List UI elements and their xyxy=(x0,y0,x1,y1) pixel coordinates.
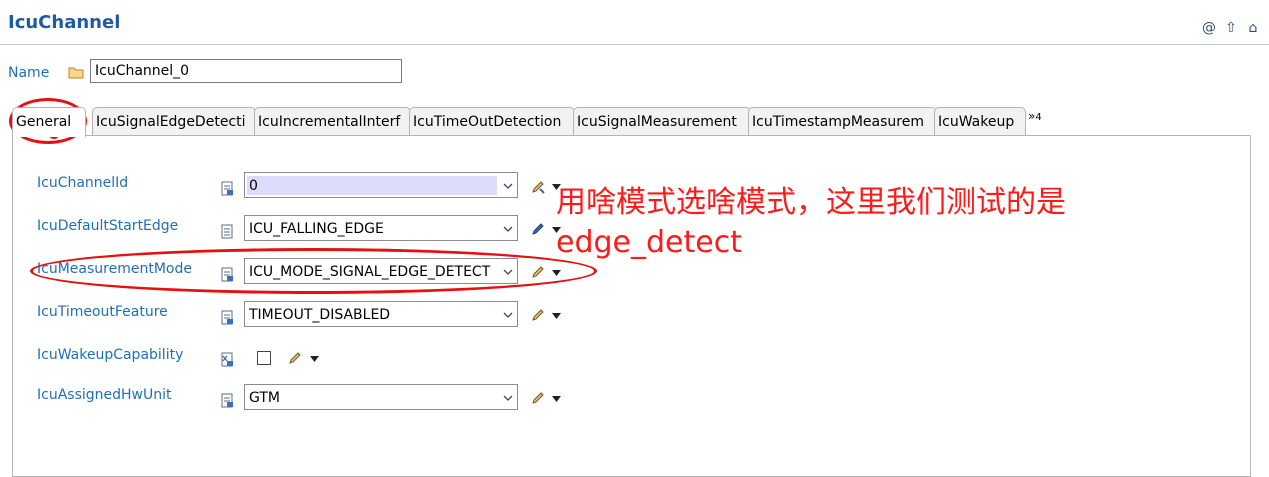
tab-icu-signal-edge-detection[interactable]: IcuSignalEdgeDetecti xyxy=(92,107,256,135)
icu-assigned-hw-unit-label: IcuAssignedHwUnit xyxy=(37,387,172,403)
page-title: IcuChannel xyxy=(8,12,121,33)
tab-icu-incremental-interface[interactable]: IcuIncrementalInterf xyxy=(254,107,411,135)
annotation-line-2: edge_detect xyxy=(556,225,742,260)
pencil-icon[interactable] xyxy=(288,351,302,365)
icu-measurement-mode-select[interactable]: ICU_MODE_SIGNAL_EDGE_DETECT xyxy=(244,258,518,284)
icu-default-start-edge-select[interactable]: ICU_FALLING_EDGE xyxy=(244,215,518,241)
tab-label: General xyxy=(16,114,72,130)
icu-channel-id-label: IcuChannelId xyxy=(37,175,129,191)
icu-channel-id-select[interactable]: 0 xyxy=(244,172,518,198)
caret-down-icon[interactable] xyxy=(552,270,561,276)
document-icon xyxy=(221,181,233,196)
title-divider xyxy=(0,44,1269,45)
tabs-overflow-button[interactable]: »4 xyxy=(1028,109,1042,123)
tab-label: IcuSignalEdgeDetecti xyxy=(96,114,246,130)
tabs-overflow-count: 4 xyxy=(1035,112,1042,123)
calculated-edit-icon[interactable] xyxy=(531,180,545,194)
tab-bar: General IcuSignalEdgeDetecti IcuIncremen… xyxy=(12,107,1251,137)
chevron-down-icon xyxy=(503,395,513,401)
tab-icu-timeout-detection[interactable]: IcuTimeOutDetection xyxy=(409,107,575,135)
annotation-note: 用啥模式选啥模式，这里我们测试的是 edge_detect xyxy=(556,183,1066,263)
caret-down-icon[interactable] xyxy=(552,396,561,402)
at-icon[interactable]: @ xyxy=(1201,20,1217,36)
tab-general[interactable]: General xyxy=(12,107,86,137)
document-icon xyxy=(221,310,233,325)
caret-down-icon[interactable] xyxy=(310,356,319,362)
tab-label: IcuTimeOutDetection xyxy=(413,114,562,130)
chevron-down-icon xyxy=(503,183,513,189)
chevron-down-icon xyxy=(503,312,513,318)
pencil-icon[interactable] xyxy=(531,391,545,405)
document-icon xyxy=(221,393,233,408)
icu-timeout-feature-label: IcuTimeoutFeature xyxy=(37,304,168,320)
document-icon xyxy=(221,224,233,239)
tab-label: IcuIncrementalInterf xyxy=(258,114,401,130)
select-value: ICU_FALLING_EDGE xyxy=(249,221,384,237)
document-icon xyxy=(221,267,233,282)
caret-down-icon[interactable] xyxy=(552,313,561,319)
select-value: ICU_MODE_SIGNAL_EDGE_DETECT xyxy=(249,264,491,280)
tab-label: IcuSignalMeasurement xyxy=(577,114,737,130)
boolean-document-icon xyxy=(221,352,233,367)
pencil-icon[interactable] xyxy=(531,265,545,279)
select-value: 0 xyxy=(249,178,258,194)
chevron-down-icon xyxy=(503,226,513,232)
annotation-line-1: 用啥模式选啥模式，这里我们测试的是 xyxy=(556,185,1066,220)
default-value-edit-icon[interactable] xyxy=(531,222,545,236)
folder-icon xyxy=(68,67,84,79)
icu-timeout-feature-select[interactable]: TIMEOUT_DISABLED xyxy=(244,301,518,327)
chevron-down-icon xyxy=(503,269,513,275)
name-input[interactable]: IcuChannel_0 xyxy=(90,59,402,83)
icu-default-start-edge-label: IcuDefaultStartEdge xyxy=(37,218,179,234)
name-label: Name xyxy=(8,65,50,81)
value-highlight xyxy=(247,176,497,195)
tab-icu-timestamp-measurement[interactable]: IcuTimestampMeasurem xyxy=(748,107,937,135)
tab-icu-signal-measurement[interactable]: IcuSignalMeasurement xyxy=(573,107,751,135)
pencil-icon[interactable] xyxy=(531,308,545,322)
select-value: TIMEOUT_DISABLED xyxy=(249,307,391,323)
tab-label: IcuWakeup xyxy=(938,114,1015,130)
tab-label: IcuTimestampMeasurem xyxy=(752,114,924,130)
select-value: GTM xyxy=(249,390,280,406)
home-icon[interactable]: ⌂ xyxy=(1245,20,1261,36)
tab-icu-wakeup[interactable]: IcuWakeup xyxy=(934,107,1026,135)
icu-wakeup-capability-checkbox[interactable] xyxy=(257,351,271,365)
icu-wakeup-capability-label: IcuWakeupCapability xyxy=(37,347,184,363)
header-icons: @ ⇧ ⌂ xyxy=(1201,20,1261,36)
icu-measurement-mode-label: IcuMeasurementMode xyxy=(37,261,192,277)
icu-assigned-hw-unit-select[interactable]: GTM xyxy=(244,384,518,410)
up-arrow-icon[interactable]: ⇧ xyxy=(1223,20,1239,36)
